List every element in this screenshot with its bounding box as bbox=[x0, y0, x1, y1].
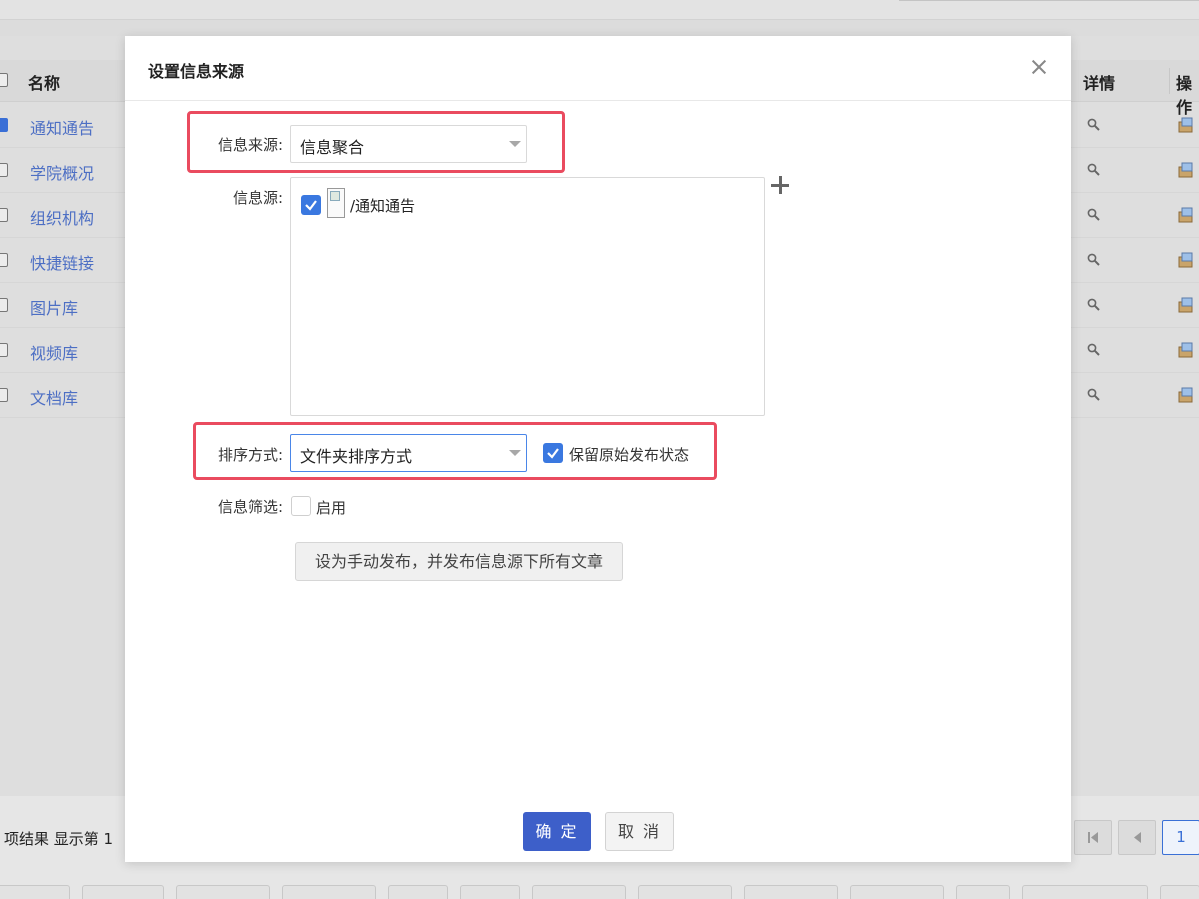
add-source-icon[interactable] bbox=[770, 175, 792, 197]
confirm-button[interactable]: 确 定 bbox=[523, 812, 591, 851]
magnifier-icon[interactable] bbox=[1087, 297, 1100, 311]
broken-image-icon bbox=[327, 188, 345, 218]
bottom-toolbar-button[interactable] bbox=[282, 885, 376, 899]
close-icon[interactable] bbox=[1028, 56, 1050, 78]
row-checkbox[interactable] bbox=[0, 253, 8, 267]
edit-icon[interactable] bbox=[1178, 162, 1198, 178]
dialog-header: 设置信息来源 bbox=[125, 36, 1071, 101]
bottom-toolbar-button[interactable] bbox=[82, 885, 164, 899]
sources-list: /通知通告 bbox=[290, 177, 765, 416]
bottom-toolbar-button[interactable] bbox=[638, 885, 732, 899]
filter-label: 信息筛选: bbox=[217, 498, 283, 516]
source-item-checkbox[interactable] bbox=[301, 195, 321, 215]
chevron-down-icon bbox=[509, 141, 521, 147]
row-checkbox[interactable] bbox=[0, 343, 8, 357]
bottom-toolbar-button[interactable] bbox=[1160, 885, 1199, 899]
edit-icon[interactable] bbox=[1178, 252, 1198, 268]
row-name-link[interactable]: 视频库 bbox=[30, 340, 78, 364]
row-checkbox[interactable] bbox=[0, 163, 8, 177]
edit-icon[interactable] bbox=[1178, 207, 1198, 223]
row-name-link[interactable]: 文档库 bbox=[30, 385, 78, 409]
magnifier-icon[interactable] bbox=[1087, 342, 1100, 356]
top-bar bbox=[0, 0, 1199, 20]
magnifier-icon[interactable] bbox=[1087, 252, 1100, 266]
magnifier-icon[interactable] bbox=[1087, 387, 1100, 401]
row-checkbox[interactable] bbox=[0, 298, 8, 312]
keep-status-checkbox[interactable] bbox=[543, 443, 563, 463]
toolbar-gap bbox=[0, 20, 1199, 36]
set-info-source-dialog: 设置信息来源 信息来源: 信息聚合 信息源: /通知通告 排序方式: 文件夹排序… bbox=[125, 36, 1071, 862]
edit-icon[interactable] bbox=[1178, 387, 1198, 403]
source-type-select[interactable]: 信息聚合 bbox=[290, 125, 527, 163]
source-item-path: /通知通告 bbox=[350, 197, 416, 215]
edit-icon[interactable] bbox=[1178, 297, 1198, 313]
magnifier-icon[interactable] bbox=[1087, 117, 1100, 131]
row-name-link[interactable]: 学院概况 bbox=[30, 160, 94, 184]
sort-label: 排序方式: bbox=[217, 446, 283, 464]
dialog-title: 设置信息来源 bbox=[148, 62, 245, 81]
page-number-1[interactable]: 1 bbox=[1162, 820, 1199, 855]
bottom-toolbar-button[interactable] bbox=[388, 885, 448, 899]
cancel-button[interactable]: 取 消 bbox=[605, 812, 674, 851]
bottom-toolbar-button[interactable] bbox=[532, 885, 626, 899]
bottom-toolbar-button[interactable] bbox=[956, 885, 1010, 899]
prev-page-button[interactable] bbox=[1118, 820, 1156, 855]
manual-publish-button[interactable]: 设为手动发布，并发布信息源下所有文章 bbox=[295, 542, 623, 581]
bottom-toolbar-button[interactable] bbox=[744, 885, 838, 899]
filter-enable-label: 启用 bbox=[316, 499, 347, 517]
source-type-value: 信息聚合 bbox=[300, 138, 365, 157]
row-checkbox[interactable] bbox=[0, 118, 8, 132]
filter-enable-checkbox[interactable] bbox=[291, 496, 311, 516]
keep-status-label: 保留原始发布状态 bbox=[569, 446, 690, 464]
sources-label: 信息源: bbox=[232, 189, 283, 207]
row-name-link[interactable]: 快捷链接 bbox=[30, 250, 94, 274]
sort-select[interactable]: 文件夹排序方式 bbox=[290, 434, 527, 472]
column-header-detail: 详情 bbox=[1083, 74, 1116, 93]
row-checkbox[interactable] bbox=[0, 388, 8, 402]
bottom-toolbar-button[interactable] bbox=[850, 885, 944, 899]
chevron-down-icon bbox=[509, 450, 521, 456]
bottom-toolbar-button[interactable] bbox=[176, 885, 270, 899]
result-summary: 项结果 显示第 1 bbox=[4, 830, 114, 848]
bottom-toolbar-button[interactable] bbox=[0, 885, 70, 899]
sort-value: 文件夹排序方式 bbox=[300, 447, 413, 466]
magnifier-icon[interactable] bbox=[1087, 162, 1100, 176]
edit-icon[interactable] bbox=[1178, 117, 1198, 133]
source-type-label: 信息来源: bbox=[217, 136, 283, 154]
row-name-link[interactable]: 组织机构 bbox=[30, 205, 94, 229]
column-header-name: 名称 bbox=[28, 74, 61, 93]
row-name-link[interactable]: 图片库 bbox=[30, 295, 78, 319]
bottom-toolbar-button[interactable] bbox=[1022, 885, 1148, 899]
magnifier-icon[interactable] bbox=[1087, 207, 1100, 221]
row-checkbox[interactable] bbox=[0, 208, 8, 222]
first-page-button[interactable] bbox=[1074, 820, 1112, 855]
row-name-link[interactable]: 通知通告 bbox=[30, 115, 94, 139]
select-all-checkbox[interactable] bbox=[0, 73, 8, 87]
edit-icon[interactable] bbox=[1178, 342, 1198, 358]
bottom-toolbar-button[interactable] bbox=[460, 885, 520, 899]
